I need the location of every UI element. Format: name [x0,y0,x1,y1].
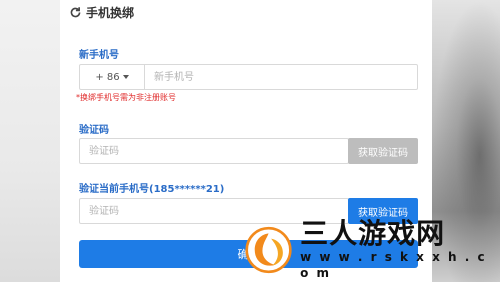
country-code-select[interactable]: + 86 [80,65,145,89]
new-phone-row: + 86 [79,64,418,90]
page-title: 手机换绑 [86,5,135,20]
panel-header: 手机换绑 [68,2,134,22]
verify-code-label: 验证码 [79,125,109,136]
country-code-value: + 86 [95,71,120,83]
verify-code-input[interactable] [80,139,348,163]
verify-code-row [79,138,349,164]
new-phone-input[interactable] [145,65,417,89]
watermark-url: w w w . r s k x x h . c o m [300,250,487,280]
background-left [0,0,60,282]
refresh-icon[interactable] [68,5,82,19]
verify-current-label: 验证当前手机号(185******21) [79,184,225,195]
new-phone-hint: *换绑手机号需为非注册账号 [76,93,176,102]
new-phone-label: 新手机号 [79,50,119,61]
watermark-logo-icon [245,226,292,274]
get-code-button[interactable]: 获取验证码 [348,138,418,164]
watermark-title: 三人游戏网 [300,217,446,250]
chevron-down-icon [122,75,129,79]
site-watermark: 三人游戏网 w w w . r s k x x h . c o m [245,217,495,280]
